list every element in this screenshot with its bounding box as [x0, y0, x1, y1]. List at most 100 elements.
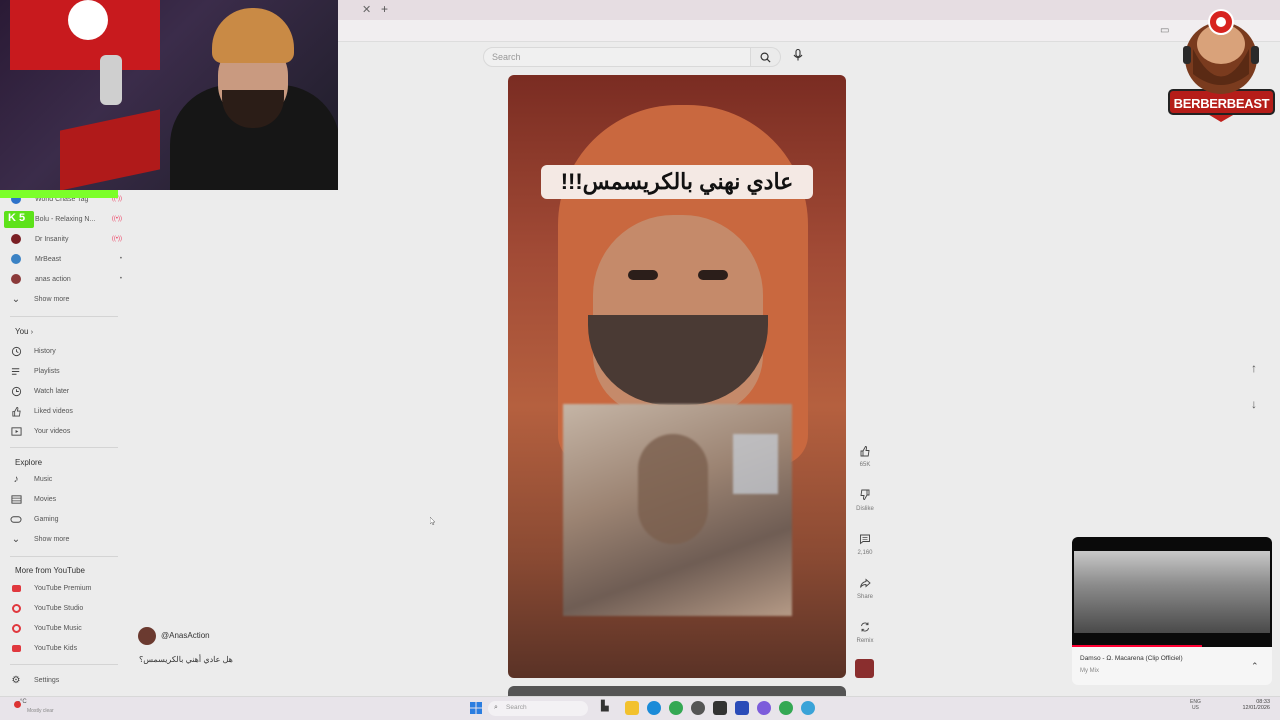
channel-avatar	[11, 234, 21, 244]
comments-button[interactable]: 2,160	[853, 531, 877, 556]
short-title: هل عادي أهني بالكريسمس؟	[139, 655, 233, 664]
share-icon	[857, 575, 873, 591]
sidebar-item-label: Liked videos	[34, 407, 73, 415]
divider	[10, 316, 118, 317]
live-indicator-icon: ((•))	[111, 216, 122, 222]
comment-count: 2,160	[857, 550, 873, 556]
expand-queue-button[interactable]: ⌃	[1251, 661, 1259, 672]
share-label: Share	[856, 594, 873, 600]
next-short-button[interactable]: ↓	[1246, 397, 1262, 413]
more-from-youtube-header: More from YouTube	[15, 566, 85, 575]
close-tab-icon[interactable]: ✕	[362, 3, 371, 16]
mini-player-progress-bar[interactable]	[1072, 645, 1202, 647]
tunisia-flag	[10, 0, 160, 70]
sidebar-item-movies[interactable]: Movies	[10, 490, 122, 508]
windows-taskbar: -°C Mostly clear Search ⌕ ▙ ENG US 08:33 1…	[0, 696, 1280, 720]
sidebar-item-liked-videos[interactable]: Liked videos	[10, 402, 122, 420]
sidebar-item-your-videos[interactable]: Your videos	[10, 422, 122, 440]
sidebar-item-music[interactable]: ♪ Music	[10, 470, 122, 488]
dislike-button[interactable]: Dislike	[853, 487, 877, 512]
mini-player[interactable]: Damso - Ω. Macarena (Clip Officiel) My M…	[1072, 537, 1272, 685]
sidebar-item-youtube-music[interactable]: YouTube Music	[10, 619, 122, 637]
sidebar-item-gaming[interactable]: Gaming	[10, 510, 122, 528]
divider	[10, 447, 118, 448]
file-explorer-icon[interactable]	[625, 701, 639, 715]
windows-start-icon[interactable]	[470, 702, 482, 714]
sidebar-subscription[interactable]: anas action •	[10, 270, 122, 288]
comment-icon	[857, 531, 873, 547]
overlay-green-bar	[0, 190, 118, 198]
music-icon: ♪	[13, 473, 19, 485]
channel-name[interactable]: @AnasAction	[161, 631, 210, 640]
voice-search-button[interactable]	[791, 48, 809, 66]
sidebar-item-history[interactable]: History	[10, 342, 122, 360]
app-icon[interactable]	[713, 701, 727, 715]
chrome-browser-icon[interactable]	[779, 701, 793, 715]
channel-avatar	[11, 274, 21, 284]
show-more-explore[interactable]: ⌄ Show more	[10, 530, 122, 548]
search-icon	[760, 52, 771, 63]
sidebar-item-youtube-studio[interactable]: YouTube Studio	[10, 599, 122, 617]
sidebar-subscription[interactable]: MrBeast •	[10, 250, 122, 268]
new-tab-icon[interactable]: +	[381, 2, 388, 16]
edge-browser-icon[interactable]	[647, 701, 661, 715]
chevron-down-icon: ⌄	[11, 293, 21, 305]
discord-icon[interactable]	[757, 701, 771, 715]
remix-label: Remix	[856, 638, 874, 644]
sidebar-item-playlists[interactable]: Playlists	[10, 362, 122, 380]
weather-temperature[interactable]: -°C	[18, 699, 27, 705]
app-icon[interactable]	[801, 701, 815, 715]
sidebar-subscription[interactable]: Dr Insanity ((•))	[10, 230, 122, 248]
short-video-player[interactable]: عادي نهني بالكريسمس!!!	[508, 75, 846, 678]
app-icon[interactable]	[735, 701, 749, 715]
sidebar-item-youtube-premium[interactable]: YouTube Premium	[10, 579, 122, 597]
explore-section-header: Explore	[15, 458, 43, 467]
remix-button[interactable]: Remix	[853, 619, 877, 644]
studio-microphone	[100, 55, 122, 105]
channel-avatar	[11, 254, 21, 264]
chevron-right-icon: ›	[30, 329, 34, 336]
obs-icon[interactable]	[691, 701, 705, 715]
mini-player-video[interactable]	[1072, 537, 1272, 647]
divider	[10, 664, 118, 665]
arrow-up-icon: ↑	[1251, 361, 1257, 375]
language-indicator[interactable]: ENG US	[1190, 699, 1201, 711]
search-button[interactable]	[751, 47, 781, 67]
show-more-subscriptions[interactable]: ⌄ Show more	[10, 290, 122, 308]
kick-count: 5	[19, 212, 26, 224]
watch-later-icon	[10, 385, 22, 397]
divider	[10, 556, 118, 557]
logo-text: BERBERBEAST	[1173, 96, 1270, 111]
subscription-label: Dr Insanity	[35, 235, 69, 243]
share-button[interactable]: Share	[853, 575, 877, 600]
subscription-label: MrBeast	[35, 255, 62, 263]
liked-videos-icon	[10, 405, 22, 417]
you-section-header[interactable]: You ›	[15, 327, 33, 336]
sidebar-item-watch-later[interactable]: Watch later	[10, 382, 122, 400]
system-clock[interactable]: 08:33 12/01/2026	[1240, 699, 1270, 711]
search-input[interactable]: Search	[483, 47, 751, 67]
keyboard-layout: US	[1191, 705, 1199, 711]
sidebar-item-label: Settings	[34, 676, 60, 684]
like-count: 65K	[859, 462, 871, 468]
sidebar-item-settings[interactable]: ⚙ Settings	[10, 671, 122, 689]
streamer-beanie	[212, 8, 294, 63]
previous-short-button[interactable]: ↑	[1246, 361, 1262, 377]
arrow-down-icon: ↓	[1251, 397, 1257, 411]
sidebar-item-label: Gaming	[34, 515, 59, 523]
sound-thumbnail[interactable]	[855, 659, 874, 678]
playlists-icon	[10, 365, 22, 377]
task-view-icon[interactable]: ▙	[601, 701, 615, 715]
remix-icon	[857, 619, 873, 635]
video-caption: عادي نهني بالكريسمس!!!	[541, 165, 813, 199]
like-button[interactable]: 65K	[853, 443, 877, 468]
mini-player-title[interactable]: Damso - Ω. Macarena (Clip Officiel)	[1080, 655, 1183, 662]
subscription-label: anas action	[35, 275, 71, 283]
chrome-browser-icon[interactable]	[669, 701, 683, 715]
sidebar-item-label: Watch later	[34, 387, 70, 395]
sidebar-item-youtube-kids[interactable]: YouTube Kids	[10, 639, 122, 657]
channel-avatar[interactable]	[138, 627, 156, 645]
taskbar-search[interactable]: Search	[488, 701, 588, 716]
chevron-up-icon: ⌃	[1251, 661, 1259, 671]
sidebar-item-label: YouTube Studio	[34, 604, 84, 612]
